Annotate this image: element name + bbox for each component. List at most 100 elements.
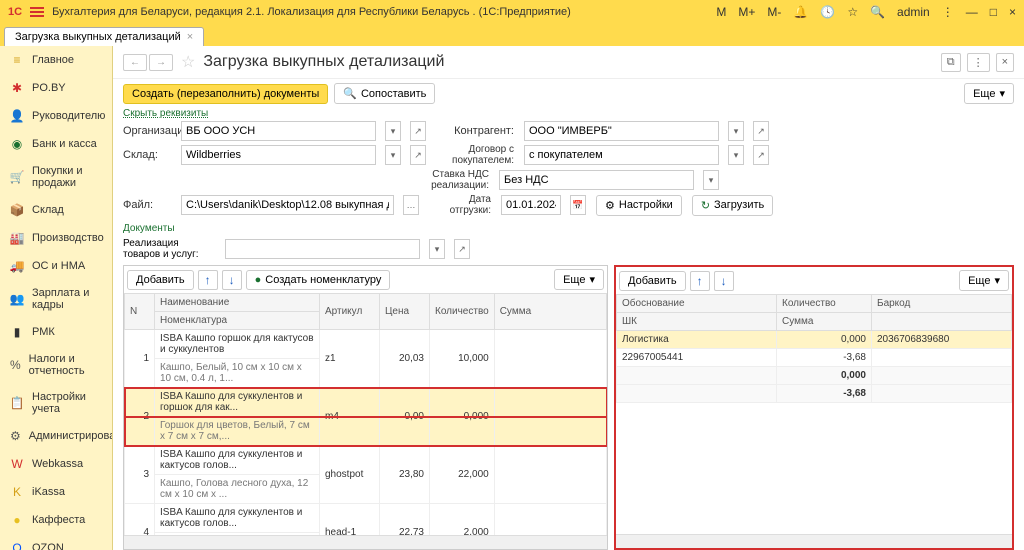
load-button[interactable]: ↻ Загрузить <box>692 195 773 216</box>
calc-mminus[interactable]: M- <box>767 5 781 19</box>
bell-icon[interactable]: 🔔 <box>793 5 808 19</box>
maximize-icon[interactable]: □ <box>990 5 997 19</box>
left-scrollbar[interactable] <box>124 535 607 549</box>
col-qty[interactable]: Количество <box>430 294 495 330</box>
create-documents-button[interactable]: Создать (перезаполнить) документы <box>123 84 328 104</box>
right-move-down-icon[interactable]: ↓ <box>714 271 734 291</box>
ship-date-input[interactable] <box>501 195 561 215</box>
org-dropdown-icon[interactable]: ▾ <box>385 121 401 141</box>
hide-requisites-link[interactable]: Скрыть реквизиты <box>113 108 1024 119</box>
warehouse-input[interactable] <box>181 145 376 165</box>
sidebar-item-1[interactable]: ✱PO.BY <box>0 74 112 102</box>
sidebar-item-9[interactable]: ▮РМК <box>0 318 112 346</box>
right-move-up-icon[interactable]: ↑ <box>690 271 710 291</box>
file-input[interactable] <box>181 195 394 215</box>
page-close-icon[interactable]: × <box>996 53 1014 72</box>
realization-input[interactable] <box>225 239 420 259</box>
calendar-icon[interactable]: 📅 <box>570 195 586 215</box>
sidebar-item-6[interactable]: 🏭Производство <box>0 224 112 252</box>
sidebar-item-12[interactable]: ⚙Администрирование <box>0 422 112 450</box>
table-row[interactable]: 4ISBA Кашпо для суккулентов и кактусов г… <box>125 504 607 533</box>
right-scrollbar[interactable] <box>616 534 1012 548</box>
create-nomenclature-button[interactable]: ● Создать номенклатуру <box>246 270 391 290</box>
tab-close-icon[interactable]: × <box>187 31 193 43</box>
table-row[interactable]: 3ISBA Кашпо для суккулентов и кактусов г… <box>125 446 607 475</box>
col-n[interactable]: N <box>125 294 155 330</box>
gear-icon: ⚙ <box>605 199 615 212</box>
col-name[interactable]: Наименование <box>155 294 320 312</box>
search-small-icon: 🔍 <box>343 87 357 100</box>
sidebar-item-14[interactable]: KiKassa <box>0 478 112 506</box>
left-move-up-icon[interactable]: ↑ <box>198 270 218 290</box>
vat-dropdown-icon[interactable]: ▾ <box>703 170 719 190</box>
sidebar-item-10[interactable]: %Налоги и отчетность <box>0 346 112 384</box>
left-add-button[interactable]: Добавить <box>127 270 194 290</box>
table-row[interactable]: 2ISBA Кашпо для суккулентов и горшок для… <box>125 388 607 417</box>
rcol-just[interactable]: Обоснование <box>617 295 777 313</box>
vat-input[interactable] <box>499 170 694 190</box>
detach-icon[interactable]: ⧉ <box>941 53 961 72</box>
minimize-icon[interactable]: — <box>966 5 978 19</box>
history-icon[interactable]: 🕓 <box>820 5 835 19</box>
col-art[interactable]: Артикул <box>320 294 380 330</box>
org-open-icon[interactable]: ↗ <box>410 121 426 141</box>
col-nom[interactable]: Номенклатура <box>155 312 320 330</box>
page-kebab-icon[interactable]: ⋮ <box>967 53 990 72</box>
rcol-shk[interactable]: ШК <box>617 313 777 331</box>
realization-open-icon[interactable]: ↗ <box>454 239 470 259</box>
user-label[interactable]: admin <box>897 5 930 19</box>
contract-dropdown-icon[interactable]: ▾ <box>728 145 744 165</box>
table-row[interactable]: 1ISBA Кашпо горшок для кактусов и суккул… <box>125 330 607 359</box>
sidebar-item-4[interactable]: 🛒Покупки и продажи <box>0 158 112 196</box>
sidebar-item-16[interactable]: OOZON <box>0 534 112 550</box>
sidebar-item-2[interactable]: 👤Руководителю <box>0 102 112 130</box>
counter-open-icon[interactable]: ↗ <box>753 121 769 141</box>
rcol-qty[interactable]: Количество <box>777 295 872 313</box>
rcol-barcode[interactable]: Баркод <box>872 295 1012 313</box>
warehouse-dropdown-icon[interactable]: ▾ <box>385 145 401 165</box>
sidebar-item-15[interactable]: ●Каффеста <box>0 506 112 534</box>
compare-button[interactable]: 🔍Сопоставить <box>334 83 435 104</box>
nav-forward-icon[interactable]: → <box>149 54 173 71</box>
nav-back-icon[interactable]: ← <box>123 54 147 71</box>
table-row[interactable]: Логистика0,0002036706839680 <box>617 331 1012 349</box>
right-more-button[interactable]: Еще ▾ <box>959 270 1009 291</box>
table-row[interactable]: 22967005441-3,68 <box>617 349 1012 367</box>
right-add-button[interactable]: Добавить <box>619 271 686 291</box>
sidebar-icon: 👥 <box>10 292 24 306</box>
org-input[interactable] <box>181 121 376 141</box>
search-icon[interactable]: 🔍 <box>870 5 885 19</box>
sidebar-icon: % <box>10 358 21 372</box>
sidebar-item-3[interactable]: ◉Банк и касса <box>0 130 112 158</box>
sidebar-item-5[interactable]: 📦Склад <box>0 196 112 224</box>
calc-m[interactable]: M <box>716 5 726 19</box>
kebab-icon[interactable]: ⋮ <box>942 5 954 19</box>
sidebar-icon: 🏭 <box>10 231 24 245</box>
favorite-star-icon[interactable]: ☆ <box>181 52 195 72</box>
col-price[interactable]: Цена <box>380 294 430 330</box>
favorites-icon[interactable]: ☆ <box>847 5 858 19</box>
contract-input[interactable] <box>524 145 719 165</box>
window-title: Бухгалтерия для Беларуси, редакция 2.1. … <box>52 6 571 18</box>
warehouse-open-icon[interactable]: ↗ <box>410 145 426 165</box>
file-browse-icon[interactable]: … <box>403 195 419 215</box>
counter-input[interactable] <box>524 121 719 141</box>
contract-open-icon[interactable]: ↗ <box>753 145 769 165</box>
counter-dropdown-icon[interactable]: ▾ <box>728 121 744 141</box>
sidebar-item-7[interactable]: 🚚ОС и НМА <box>0 252 112 280</box>
sidebar-item-11[interactable]: 📋Настройки учета <box>0 384 112 422</box>
main-menu-icon[interactable] <box>30 7 44 17</box>
sidebar-item-8[interactable]: 👥Зарплата и кадры <box>0 280 112 318</box>
sidebar-item-13[interactable]: WWebkassa <box>0 450 112 478</box>
settings-button[interactable]: ⚙ Настройки <box>596 195 682 216</box>
col-sum[interactable]: Сумма <box>494 294 606 330</box>
window-close-icon[interactable]: × <box>1009 5 1016 19</box>
left-move-down-icon[interactable]: ↓ <box>222 270 242 290</box>
sidebar-item-0[interactable]: ≡Главное <box>0 46 112 74</box>
rcol-sum[interactable]: Сумма <box>777 313 872 331</box>
realization-dropdown-icon[interactable]: ▾ <box>429 239 445 259</box>
calc-mplus[interactable]: M+ <box>738 5 755 19</box>
left-more-button[interactable]: Еще ▾ <box>554 269 604 290</box>
active-tab[interactable]: Загрузка выкупных детализаций × <box>4 27 204 46</box>
more-button-top[interactable]: Еще ▾ <box>964 83 1014 104</box>
